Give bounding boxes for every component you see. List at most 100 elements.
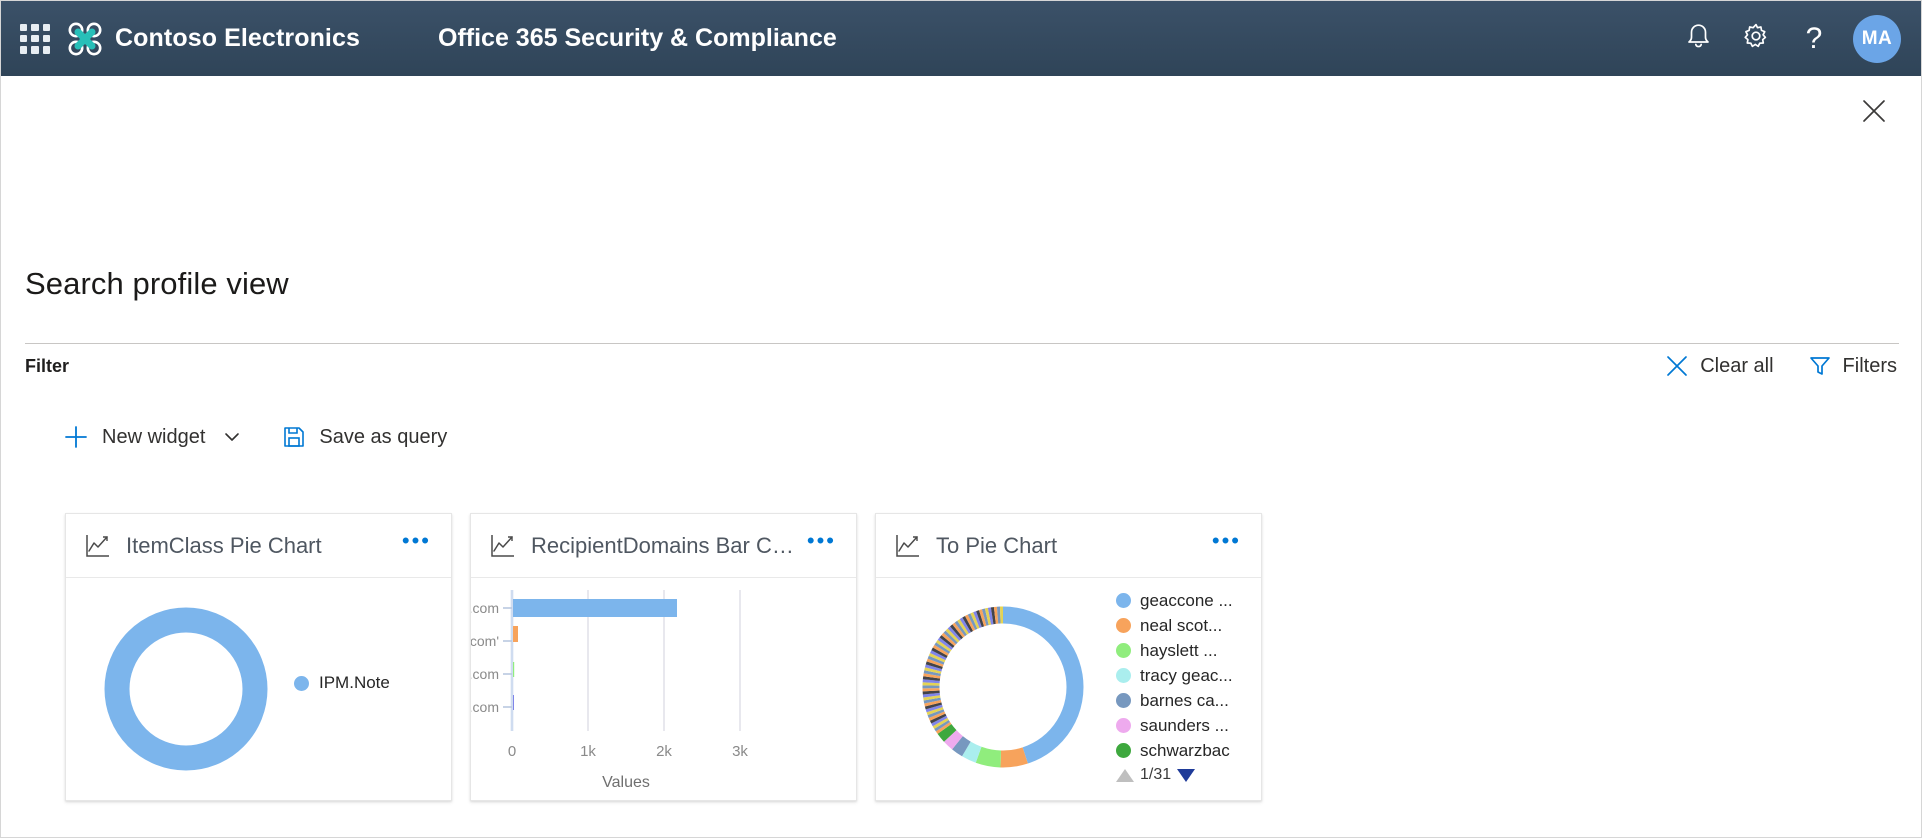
legend-item[interactable]: neal scot... <box>1116 613 1256 638</box>
widget-grid: ItemClass Pie Chart ••• IPM.Note Recipie… <box>65 513 1262 801</box>
new-widget-button[interactable]: New widget <box>59 420 246 454</box>
notifications-button[interactable] <box>1669 10 1727 68</box>
settings-button[interactable] <box>1727 10 1785 68</box>
filter-funnel-icon <box>1808 354 1832 378</box>
waffle-dot <box>42 23 50 31</box>
panel-close-button[interactable] <box>1853 92 1895 134</box>
avatar-initials: MA <box>1861 27 1893 49</box>
legend-item[interactable]: saunders ... <box>1116 713 1256 738</box>
waffle-dot <box>42 46 50 54</box>
avatar[interactable]: MA <box>1853 14 1901 63</box>
chevron-down-icon[interactable] <box>222 427 242 447</box>
waffle-dot <box>20 34 28 43</box>
save-as-query-label: Save as query <box>319 425 448 448</box>
clear-all-label: Clear all <box>1700 354 1774 377</box>
gear-icon <box>1742 22 1770 55</box>
svg-text:2k: 2k <box>656 743 672 760</box>
legend-swatch <box>1116 593 1131 608</box>
svg-text:enron.com: enron.com <box>471 600 499 616</box>
widget-body: geaccone ... neal scot... hayslett ... t… <box>876 578 1261 800</box>
svg-text:Values: Values <box>602 774 650 791</box>
legend-swatch <box>294 675 309 691</box>
legend-item[interactable]: geaccone ... <box>1116 588 1256 613</box>
svg-text:3k: 3k <box>732 743 748 760</box>
bar-enron-com-quote <box>513 626 518 642</box>
legend-label: geaccone ... <box>1140 590 1233 610</box>
search-profile-panel: Search profile view Filter Clear all Fil… <box>1 76 1921 837</box>
filter-actions: Clear all Filters <box>1661 350 1901 382</box>
legend-page-indicator: 1/31 <box>1140 766 1172 783</box>
donut-chart-to[interactable] <box>911 592 1096 787</box>
widget-card-itemclass-pie[interactable]: ItemClass Pie Chart ••• IPM.Note <box>65 513 452 801</box>
clear-all-button[interactable]: Clear all <box>1661 350 1777 382</box>
widget-card-to-pie[interactable]: To Pie Chart ••• geaccone ... neal scot.… <box>875 513 1262 801</box>
svg-text:adaytum.com: adaytum.com <box>471 666 499 682</box>
clear-icon <box>1665 354 1689 378</box>
widget-body: IPM.Note <box>66 578 451 800</box>
widget-more-button[interactable]: ••• <box>797 529 840 556</box>
legend-item[interactable]: barnes ca... <box>1116 688 1256 713</box>
donut-chart-itemclass[interactable] <box>86 592 286 792</box>
widget-header: ItemClass Pie Chart ••• <box>66 514 451 578</box>
widget-more-button[interactable]: ••• <box>392 529 435 556</box>
waffle-dot <box>20 23 28 31</box>
legend-pager: 1/31 <box>1116 766 1256 784</box>
line-chart-icon <box>894 533 920 559</box>
waffle-dot <box>42 34 50 43</box>
legend-label: barnes ca... <box>1140 690 1229 710</box>
widget-command-bar: New widget Save as query <box>59 420 451 454</box>
svg-text:0: 0 <box>508 743 516 760</box>
widget-card-recipientdomains-bar[interactable]: RecipientDomains Bar Chart ••• com om' c… <box>470 513 857 801</box>
plus-icon <box>63 424 89 450</box>
line-chart-icon <box>489 533 515 559</box>
widget-body: enron.com enron.com' adaytum.com adaytum… <box>471 578 856 800</box>
bar-chart-recipientdomains[interactable]: enron.com enron.com' adaytum.com adaytum… <box>471 584 856 800</box>
legend-item[interactable]: tracy geac... <box>1116 663 1256 688</box>
help-button[interactable]: ? <box>1785 10 1843 68</box>
legend-swatch <box>1116 618 1131 633</box>
chart-legend: IPM.Note <box>294 673 390 693</box>
org-name: Contoso Electronics <box>115 24 360 52</box>
chart-legend: geaccone ... neal scot... hayslett ... t… <box>1116 588 1256 788</box>
filters-label: Filters <box>1842 354 1897 377</box>
title-divider <box>25 343 1899 344</box>
close-icon <box>1861 98 1887 129</box>
bar-adaytum-msp-com <box>513 695 514 710</box>
legend-swatch <box>1116 668 1131 683</box>
svg-text:1k: 1k <box>580 743 596 760</box>
legend-swatch <box>1116 643 1131 658</box>
legend-item[interactable]: hayslett ... <box>1116 638 1256 663</box>
legend-page-down-icon[interactable] <box>1177 768 1196 782</box>
filter-label: Filter <box>25 356 70 376</box>
legend-label: neal scot... <box>1140 615 1223 635</box>
brand-home-link[interactable]: Contoso Electronics <box>68 22 360 56</box>
widget-header: To Pie Chart ••• <box>876 514 1261 578</box>
waffle-dot <box>31 34 39 43</box>
bell-icon <box>1686 23 1711 55</box>
widget-title: To Pie Chart <box>936 532 1058 558</box>
svg-text:enron.com': enron.com' <box>471 633 499 649</box>
widget-title: ItemClass Pie Chart <box>126 532 322 558</box>
legend-item[interactable]: schwarzbac <box>1116 738 1256 763</box>
app-title[interactable]: Office 365 Security & Compliance <box>438 24 837 53</box>
legend-label[interactable]: IPM.Note <box>319 673 390 693</box>
save-as-query-button[interactable]: Save as query <box>278 421 451 453</box>
legend-label: schwarzbac <box>1140 740 1230 760</box>
legend-label: tracy geac... <box>1140 665 1233 685</box>
legend-swatch <box>1116 718 1131 733</box>
waffle-dot <box>31 23 39 31</box>
svg-text:adaytum-msp.com: adaytum-msp.com <box>471 699 499 715</box>
header-actions: ? MA <box>1669 10 1921 68</box>
new-widget-label: New widget <box>102 425 206 448</box>
app-launcher-icon[interactable] <box>20 23 50 54</box>
app-window: Contoso Electronics Office 365 Security … <box>0 0 1922 838</box>
waffle-dot <box>20 46 28 54</box>
legend-swatch <box>1116 693 1131 708</box>
legend-swatch <box>1116 743 1131 758</box>
legend-page-up-icon[interactable] <box>1116 768 1134 782</box>
filters-button[interactable]: Filters <box>1804 350 1901 382</box>
save-icon <box>282 425 306 449</box>
widget-more-button[interactable]: ••• <box>1202 529 1245 556</box>
widget-header: RecipientDomains Bar Chart ••• <box>471 514 856 578</box>
widget-title: RecipientDomains Bar Chart <box>531 532 797 558</box>
